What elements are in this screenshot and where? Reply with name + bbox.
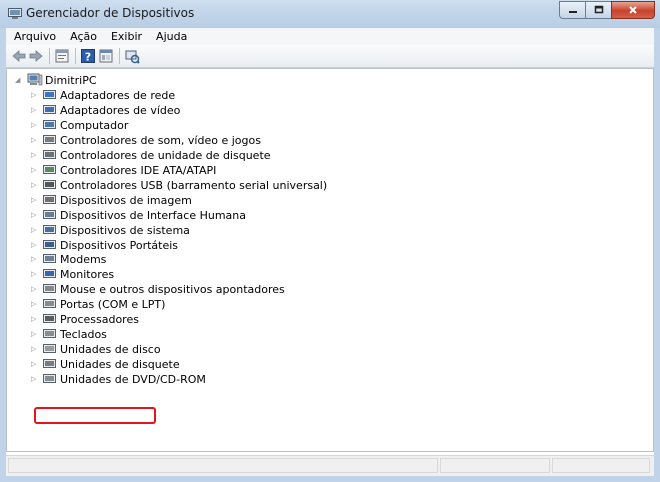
hid-icon (43, 209, 56, 219)
expand-arrow-icon[interactable]: ▷ (31, 91, 38, 100)
computer-root-icon (27, 73, 43, 86)
tree-item-label: Unidades de DVD/CD-ROM (60, 373, 206, 387)
usb-icon (43, 179, 56, 189)
scan-hardware-icon[interactable] (124, 48, 140, 64)
expand-arrow-icon[interactable]: ▷ (31, 226, 38, 235)
tree-item-label: Processadores (60, 313, 139, 327)
expand-arrow-icon[interactable]: ▷ (31, 211, 38, 220)
ide-controller-icon (43, 164, 56, 174)
status-bar (6, 455, 654, 476)
tree-item-label: Monitores (60, 268, 115, 282)
minimize-icon (568, 11, 577, 13)
menu-arquivo[interactable]: Arquivo (6, 30, 62, 43)
port-icon (43, 299, 56, 309)
expand-arrow-icon[interactable]: ▷ (31, 196, 38, 205)
computer-icon (43, 119, 56, 129)
expand-arrow-icon[interactable]: ▷ (31, 315, 38, 324)
expand-arrow-icon[interactable]: ▷ (31, 181, 38, 190)
properties-icon[interactable] (54, 48, 70, 64)
expand-arrow-icon[interactable]: ▷ (31, 151, 38, 160)
tree-item-label: Controladores de unidade de disquete (60, 148, 271, 162)
highlight-box (34, 407, 156, 424)
floppy-drive-icon (43, 359, 56, 369)
expand-arrow-icon[interactable]: ▷ (31, 330, 38, 339)
tree-item-label: Portas (COM e LPT) (60, 298, 166, 312)
tree-item-label: Unidades de disquete (60, 358, 180, 372)
tree-item-label: Adaptadores de rede (60, 89, 176, 102)
collapse-arrow-icon[interactable]: ◢ (15, 76, 22, 85)
back-icon[interactable] (11, 48, 27, 64)
help-icon[interactable]: ? (80, 48, 96, 64)
floppy-controller-icon (43, 149, 56, 159)
minimize-button[interactable] (559, 1, 585, 19)
tree-item-label: Dispositivos de imagem (60, 193, 192, 207)
toolbar-separator (49, 48, 50, 64)
tree-item-label: Modems (60, 253, 107, 267)
expand-arrow-icon[interactable]: ▷ (31, 136, 38, 145)
tree-item-label: Adaptadores de vídeo (60, 103, 181, 117)
expand-arrow-icon[interactable]: ▷ (31, 375, 38, 384)
expand-arrow-icon[interactable]: ▷ (31, 285, 38, 294)
svg-text:?: ? (85, 51, 91, 64)
expand-arrow-icon[interactable]: ▷ (31, 255, 38, 264)
dvd-drive-icon (43, 374, 56, 384)
camera-icon (43, 194, 56, 204)
disk-drive-icon (43, 344, 56, 354)
tree-item-label: Teclados (60, 328, 107, 342)
expand-arrow-icon[interactable]: ▷ (31, 106, 38, 115)
expand-arrow-icon[interactable]: ▷ (31, 345, 38, 354)
tree-item-label: Dispositivos Portáteis (60, 238, 179, 252)
device-manager-window: Gerenciador de Dispositivos Arquivo Ação… (0, 0, 660, 482)
maximize-button[interactable] (585, 1, 611, 19)
menu-bar: Arquivo Ação Exibir Ajuda (6, 28, 654, 46)
display-adapter-icon (43, 104, 56, 114)
toolbar: ? (6, 45, 654, 68)
window-frame-bottom (0, 475, 660, 482)
network-adapter-icon (43, 90, 56, 99)
status-cell-3 (552, 458, 650, 473)
device-tree-pane[interactable]: ◢ DimitriPC ▷ Adaptadores de rede ▷ Adaptad… (6, 68, 654, 452)
tree-item-label: Dispositivos de Interface Humana (60, 208, 246, 222)
menu-ajuda[interactable]: Ajuda (148, 30, 193, 43)
menu-exibir[interactable]: Exibir (103, 30, 148, 43)
menu-acao[interactable]: Ação (62, 30, 103, 43)
title-bar[interactable]: Gerenciador de Dispositivos (0, 0, 660, 28)
tree-item-label: Controladores USB (barramento serial uni… (60, 178, 328, 192)
sound-icon (43, 134, 56, 144)
tree-item-label: Computador (60, 118, 129, 132)
caption-buttons (559, 1, 655, 19)
toolbar-separator (119, 48, 120, 64)
expand-arrow-icon[interactable]: ▷ (31, 121, 38, 130)
tree-item-label: Controladores de som, vídeo e jogos (60, 133, 261, 147)
close-button[interactable] (611, 1, 655, 19)
window-title: Gerenciador de Dispositivos (26, 6, 195, 20)
device-manager-icon (8, 8, 22, 19)
system-device-icon (43, 224, 56, 234)
processor-icon (43, 314, 56, 324)
expand-arrow-icon[interactable]: ▷ (31, 270, 38, 279)
expand-arrow-icon[interactable]: ▷ (31, 166, 38, 175)
expand-arrow-icon[interactable]: ▷ (31, 300, 38, 309)
toolbar-separator (75, 48, 76, 64)
keyboard-icon (43, 329, 56, 339)
expand-arrow-icon[interactable]: ▷ (31, 241, 38, 250)
status-cell-main (8, 458, 438, 473)
tree-item-label: Mouse e outros dispositivos apontadores (60, 283, 285, 297)
close-icon (629, 6, 637, 14)
monitor-icon (43, 269, 56, 279)
maximize-icon (594, 5, 603, 14)
tree-root-label: DimitriPC (45, 74, 97, 87)
status-cell-2 (440, 458, 550, 473)
mouse-icon (43, 284, 56, 294)
tree-item-label: Dispositivos de sistema (60, 223, 190, 237)
modem-icon (43, 254, 56, 264)
window-frame-right (654, 28, 660, 482)
portable-device-icon (43, 239, 56, 249)
tree-item-label: Controladores IDE ATA/ATAPI (60, 163, 217, 177)
view-icon[interactable] (98, 48, 114, 64)
forward-icon[interactable] (28, 48, 44, 64)
tree-item-label: Unidades de disco (60, 343, 161, 357)
expand-arrow-icon[interactable]: ▷ (31, 360, 38, 369)
